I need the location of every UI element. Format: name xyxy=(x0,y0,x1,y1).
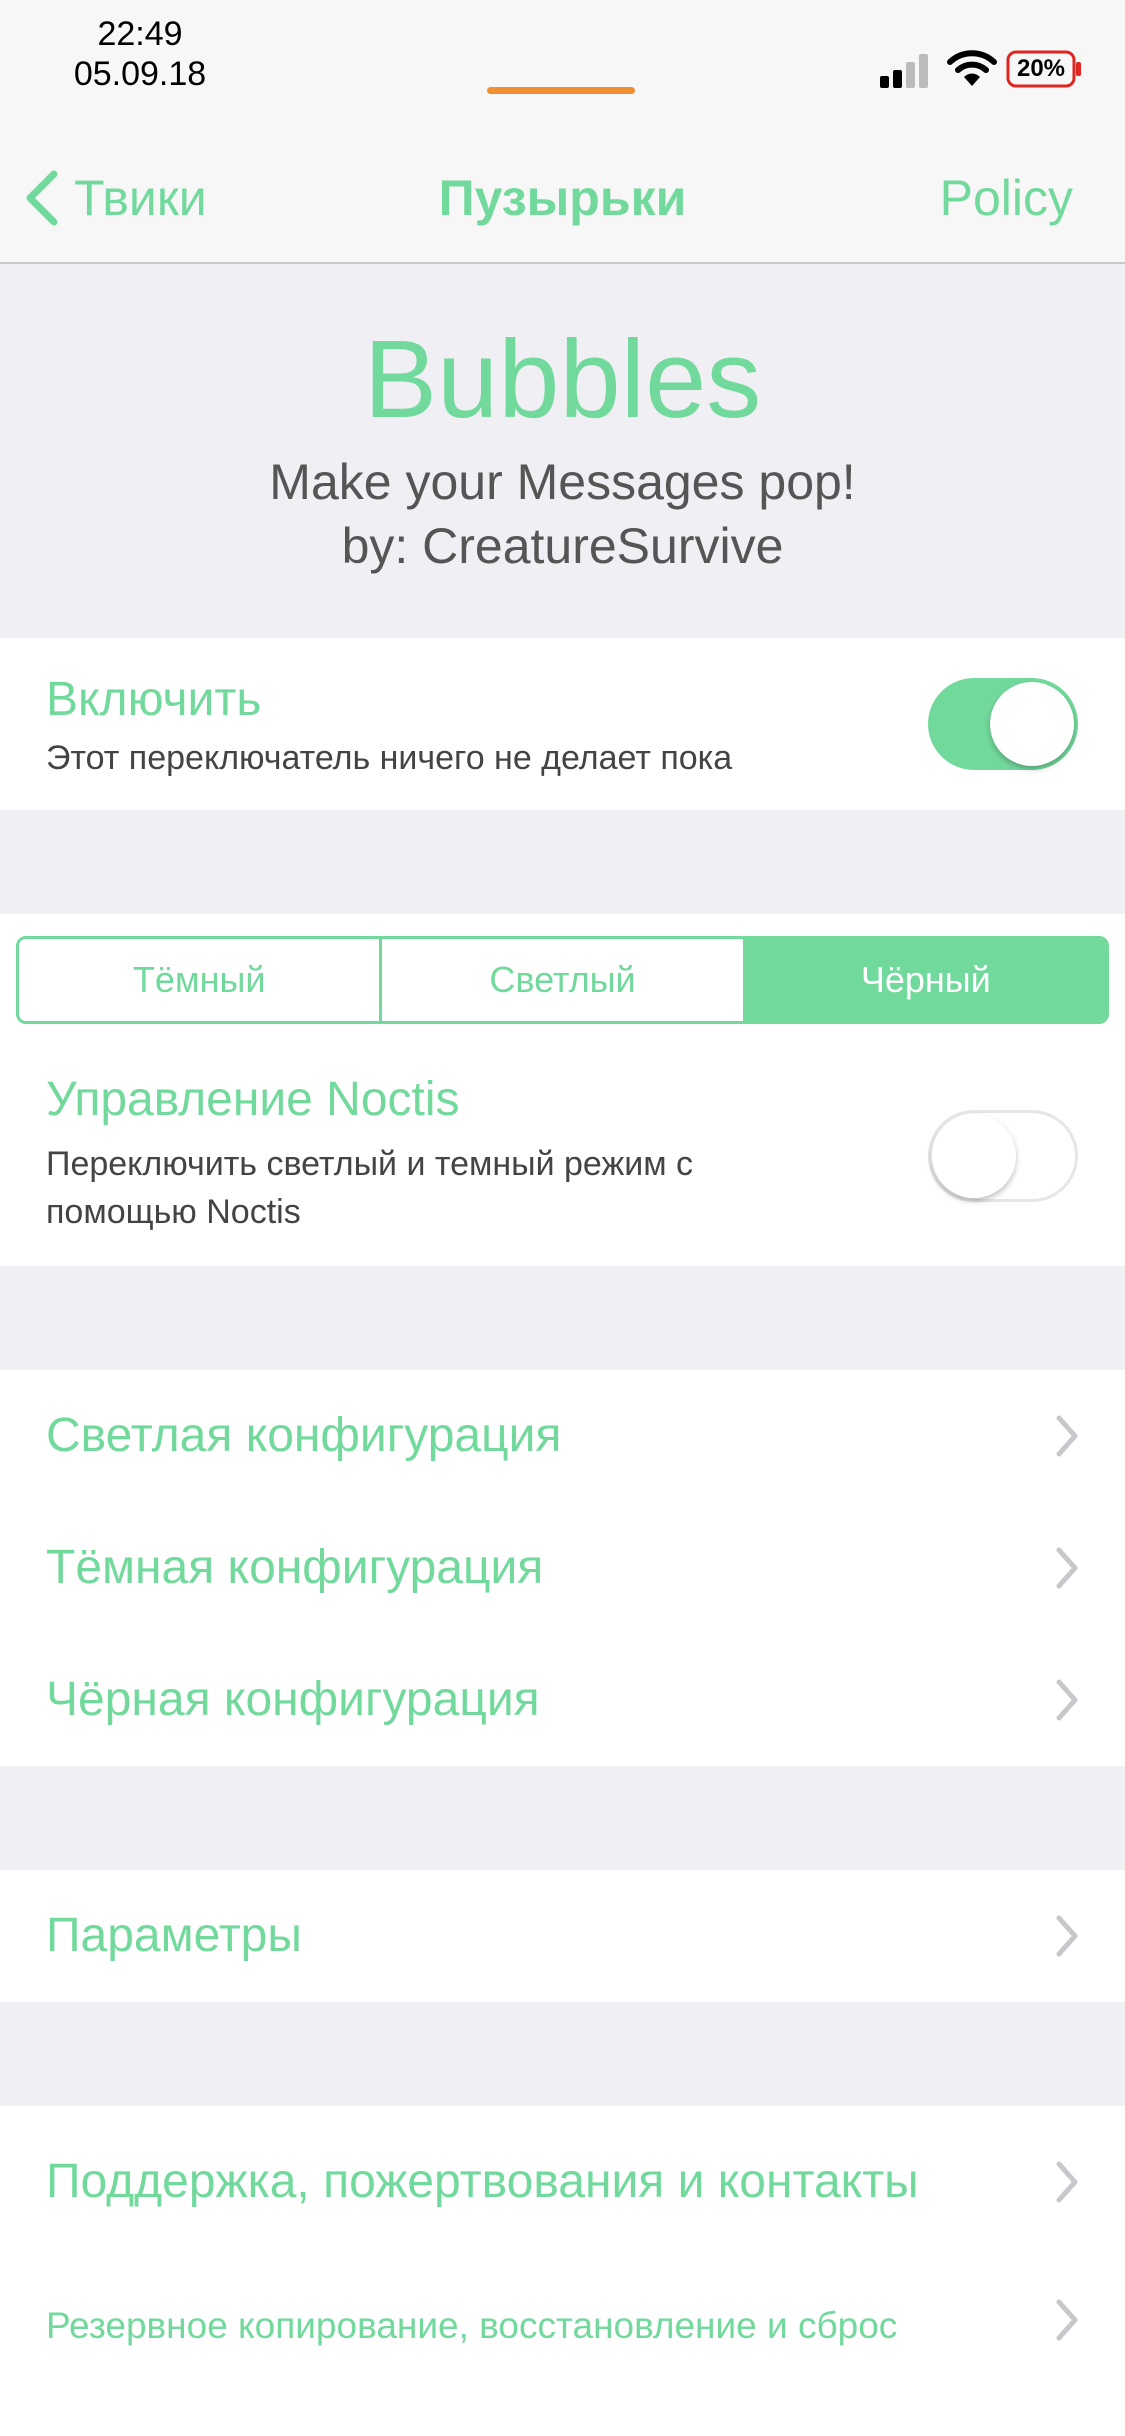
enable-subtitle: Этот переключатель ничего не делает пока xyxy=(46,739,733,777)
chevron-left-icon xyxy=(26,170,58,226)
battery-percent: 20% xyxy=(1016,55,1066,82)
row-label: Параметры xyxy=(46,1909,302,1962)
noctis-toggle[interactable] xyxy=(928,1110,1078,1202)
row-support-contacts[interactable]: Поддержка, пожертвования и контакты xyxy=(0,2116,1125,2248)
theme-segmented-control: Тёмный Светлый Чёрный xyxy=(16,936,1109,1024)
policy-button[interactable]: Policy xyxy=(940,168,1073,228)
row-label: Светлая конфигурация xyxy=(46,1409,562,1462)
row-light-config[interactable]: Светлая конфигурация xyxy=(0,1370,1125,1502)
back-button[interactable]: Твики xyxy=(22,168,207,228)
chevron-right-icon xyxy=(1056,2161,1078,2203)
chevron-right-icon xyxy=(1056,1415,1078,1457)
back-button-label: Твики xyxy=(74,170,207,226)
navigation-bar: Твики Пузырьки Policy xyxy=(0,132,1125,264)
noctis-subtitle-line1: Переключить светлый и темный режим с xyxy=(46,1145,694,1183)
row-dark-config[interactable]: Тёмная конфигурация xyxy=(0,1502,1125,1634)
app-name: Bubbles xyxy=(363,318,762,441)
enable-cell: Включить Этот переключатель ничего не де… xyxy=(0,638,1125,810)
toggle-knob xyxy=(932,1114,1016,1198)
segment-dark[interactable]: Тёмный xyxy=(19,939,383,1021)
noctis-title: Управление Noctis xyxy=(46,1073,460,1126)
wifi-icon xyxy=(947,50,997,86)
row-label: Резервное копирование, восстановление и … xyxy=(46,2305,898,2346)
status-time: 22:49 xyxy=(97,15,183,53)
chevron-right-icon xyxy=(1056,1915,1078,1957)
segment-light[interactable]: Светлый xyxy=(382,939,746,1021)
chevron-right-icon xyxy=(1056,1547,1078,1589)
chevron-right-icon xyxy=(1056,2299,1078,2341)
row-label: Тёмная конфигурация xyxy=(46,1541,544,1594)
status-date: 05.09.18 xyxy=(73,55,207,93)
app-tagline: Make your Messages pop! xyxy=(269,454,856,510)
row-black-config[interactable]: Чёрная конфигурация xyxy=(0,1634,1125,1766)
chevron-right-icon xyxy=(1056,1679,1078,1721)
app-author: by: CreatureSurvive xyxy=(341,518,784,574)
row-label: Чёрная конфигурация xyxy=(46,1673,540,1726)
parameters-group: Параметры xyxy=(0,1870,1125,2002)
recording-indicator xyxy=(487,87,635,94)
battery-indicator: 20% xyxy=(1006,50,1084,88)
row-label: Поддержка, пожертвования и контакты xyxy=(46,2155,919,2208)
support-group: Поддержка, пожертвования и контакты Резе… xyxy=(0,2106,1125,2436)
tweak-header: Bubbles Make your Messages pop! by: Crea… xyxy=(0,264,1125,638)
configurations-group: Светлая конфигурация Тёмная конфигурация… xyxy=(0,1370,1125,1766)
enable-title: Включить xyxy=(46,673,262,726)
segment-black[interactable]: Чёрный xyxy=(745,939,1106,1021)
cellular-signal-icon xyxy=(880,54,928,88)
status-bar: 22:49 05.09.18 20% xyxy=(0,0,1125,132)
toggle-knob xyxy=(990,682,1074,766)
enable-toggle[interactable] xyxy=(928,678,1078,770)
page-title: Пузырьки xyxy=(438,170,687,226)
row-backup-restore[interactable]: Резервное копирование, восстановление и … xyxy=(0,2254,1125,2386)
row-parameters[interactable]: Параметры xyxy=(0,1870,1125,2002)
noctis-subtitle-line2: помощью Noctis xyxy=(46,1193,301,1231)
